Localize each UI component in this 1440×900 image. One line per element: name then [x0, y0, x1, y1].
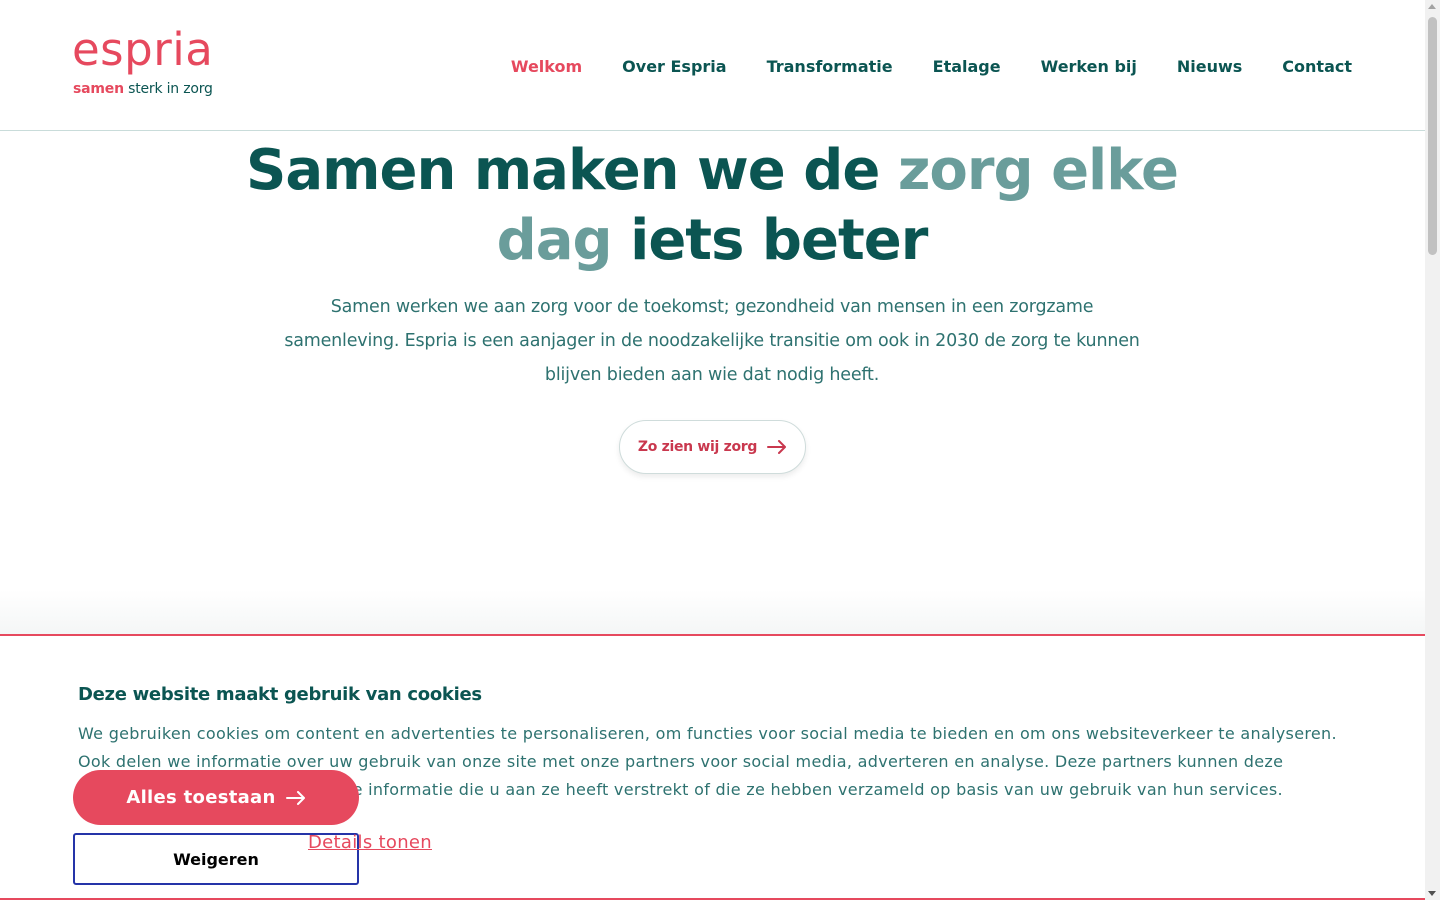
nav-item-etalage[interactable]: Etalage — [933, 56, 1001, 78]
zo-zien-wij-zorg-button[interactable]: Zo zien wij zorg — [619, 420, 806, 474]
accept-all-label: Alles toestaan — [126, 787, 276, 808]
show-details-link[interactable]: Details tonen — [308, 832, 432, 853]
content-fade — [0, 590, 1425, 635]
scrollbar-thumb[interactable] — [1428, 17, 1437, 255]
espria-logo[interactable]: espria samen sterk in zorg — [72, 24, 214, 100]
hero-title-part1: Samen maken we de — [246, 138, 898, 203]
hero-description: Samen werken we aan zorg voor de toekoms… — [284, 297, 1140, 385]
logo-tagline: samen sterk in zorg — [73, 80, 213, 98]
cookie-banner: Deze website maakt gebruik van cookies W… — [0, 634, 1425, 900]
logo-tagline-strong: samen — [73, 81, 124, 97]
nav-item-contact[interactable]: Contact — [1282, 56, 1352, 78]
nav-item-welkom[interactable]: Welkom — [511, 56, 582, 78]
nav-item-nieuws[interactable]: Nieuws — [1177, 56, 1242, 78]
accept-all-button[interactable]: Alles toestaan — [73, 770, 359, 825]
scroll-down-arrow-icon[interactable] — [1428, 891, 1436, 896]
arrow-right-icon — [285, 790, 305, 805]
logo-tagline-rest: sterk in zorg — [123, 81, 213, 97]
hero-title: Samen maken we de zorg elke dag iets bet… — [212, 136, 1212, 276]
logo-wordmark: espria — [72, 23, 214, 76]
page: espria samen sterk in zorg Welkom Over E… — [0, 0, 1425, 900]
main-nav: Welkom Over Espria Transformatie Etalage… — [511, 56, 1352, 78]
nav-item-over-espria[interactable]: Over Espria — [622, 56, 726, 78]
hero-title-part2: iets beter — [611, 208, 928, 273]
site-header: espria samen sterk in zorg Welkom Over E… — [0, 0, 1425, 131]
scroll-up-arrow-icon[interactable] — [1428, 4, 1436, 9]
nav-item-werken-bij[interactable]: Werken bij — [1041, 56, 1137, 78]
arrow-right-icon — [767, 440, 787, 454]
nav-item-transformatie[interactable]: Transformatie — [767, 56, 893, 78]
cookie-title: Deze website maakt gebruik van cookies — [78, 684, 482, 705]
page-scrollbar[interactable] — [1425, 0, 1440, 900]
hero-button-label: Zo zien wij zorg — [637, 439, 758, 455]
